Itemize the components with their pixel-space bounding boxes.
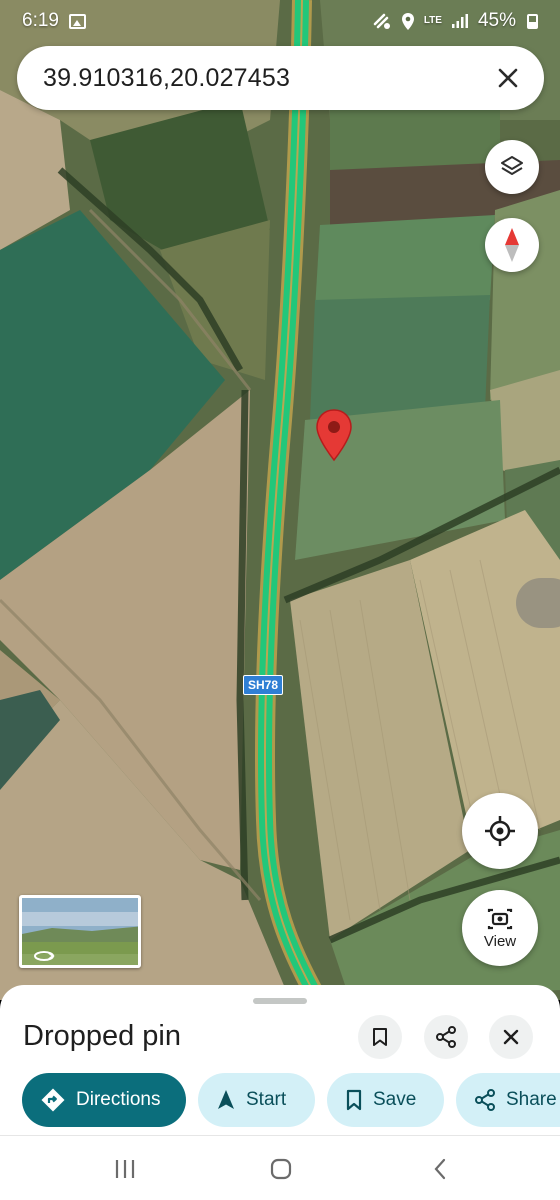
save-icon-button[interactable] [358,1015,402,1059]
battery-percentage: 45% [477,10,516,31]
close-icon [503,1029,519,1045]
recent-apps-button[interactable] [110,1154,140,1184]
share-icon [436,1026,456,1048]
directions-label: Directions [76,1089,161,1110]
map-layers-button[interactable] [485,140,539,194]
action-chips: Directions Start Save Share [22,1073,560,1127]
back-chevron-icon [434,1158,446,1180]
status-bar: 6:19 LTE 45% [0,0,560,42]
directions-icon [41,1088,65,1112]
wifi-calling-icon [373,13,390,29]
compass-button[interactable] [485,218,539,272]
share-icon [475,1089,495,1111]
clear-search-button[interactable] [490,60,526,96]
save-button[interactable]: Save [327,1073,444,1127]
recents-icon [115,1160,135,1178]
start-button[interactable]: Start [198,1073,315,1127]
home-button[interactable] [266,1154,296,1184]
save-label: Save [373,1089,417,1110]
street-view-icon [487,908,513,929]
battery-icon [527,13,538,29]
image-notification-icon [68,13,86,29]
directions-button[interactable]: Directions [22,1073,186,1127]
street-view-thumbnail[interactable] [19,895,141,968]
my-location-icon [485,816,515,846]
start-label: Start [246,1089,287,1110]
close-sheet-button[interactable] [489,1015,533,1059]
navigation-arrow-icon [218,1090,234,1109]
place-title: Dropped pin [23,1020,181,1052]
close-icon [498,68,518,88]
my-location-button[interactable] [462,793,538,869]
share-label: Share [506,1089,557,1110]
sheet-drag-handle[interactable] [253,998,307,1004]
location-icon [401,12,414,30]
street-view-button[interactable]: View [462,890,538,966]
bookmark-icon [346,1089,362,1111]
compass-icon [505,228,519,262]
dropped-pin-marker[interactable] [315,408,353,462]
search-bar[interactable]: 39.910316,20.027453 [17,46,544,110]
share-button[interactable]: Share [456,1073,560,1127]
view-button-label: View [483,932,517,950]
back-button[interactable] [425,1154,455,1184]
search-input[interactable]: 39.910316,20.027453 [43,64,490,93]
bookmark-icon [373,1028,387,1046]
home-icon [270,1158,292,1180]
road-label-badge: SH78 [243,675,284,695]
system-navigation-bar [0,1135,560,1200]
layers-icon [501,156,523,175]
signal-icon [451,14,468,28]
status-time: 6:19 [22,10,59,31]
network-type-label: LTE [423,15,442,26]
share-icon-button[interactable] [424,1015,468,1059]
edge-panel-handle[interactable] [516,578,560,628]
street-view-preview-image [22,898,138,965]
place-bottom-sheet[interactable]: Dropped pin Directions Start Save Share [0,985,560,1135]
